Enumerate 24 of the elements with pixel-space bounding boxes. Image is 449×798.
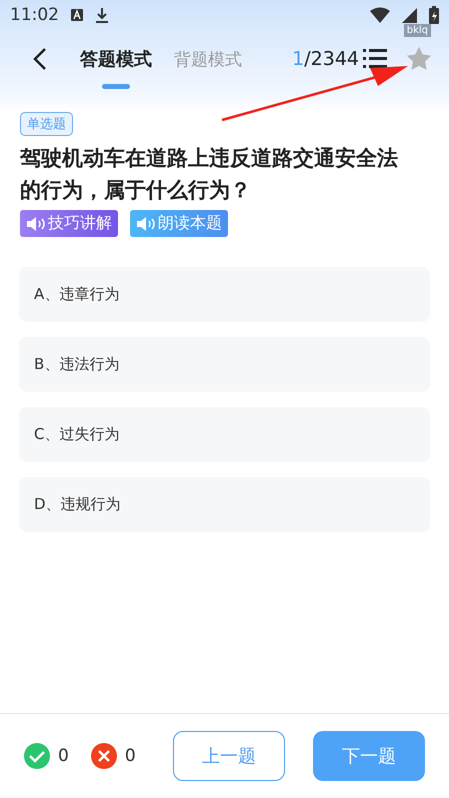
keyboard-icon (71, 9, 83, 21)
speaker-icon (26, 216, 46, 232)
question-total: /2344 (304, 48, 359, 70)
audio-button[interactable]: 技巧讲解 (20, 210, 118, 237)
answer-option[interactable]: A、违章行为 (19, 267, 430, 322)
mode-tab[interactable]: 答题模式 (80, 27, 152, 91)
correct-count: 0 (58, 746, 69, 766)
speaker-icon (136, 216, 156, 232)
answer-option[interactable]: D、违规行为 (19, 477, 430, 532)
wifi-icon (370, 7, 390, 23)
status-time: 11:02 (10, 5, 59, 25)
signal-icon (402, 8, 417, 22)
current-question-number: 1 (292, 48, 304, 70)
question-text: 驾驶机动车在道路上违反道路交通安全法的行为，属于什么行为？ (20, 145, 399, 204)
question-type-tag: 单选题 (20, 112, 73, 136)
menu-icon[interactable] (363, 48, 387, 70)
download-icon (95, 7, 109, 23)
answer-option[interactable]: C、过失行为 (19, 407, 430, 462)
cross-icon (90, 743, 117, 769)
answer-option[interactable]: B、违法行为 (19, 337, 430, 392)
battery-icon (429, 6, 439, 24)
wrong-count: 0 (124, 746, 136, 766)
tooltip-label: bklq (404, 24, 431, 37)
check-icon (24, 743, 50, 769)
